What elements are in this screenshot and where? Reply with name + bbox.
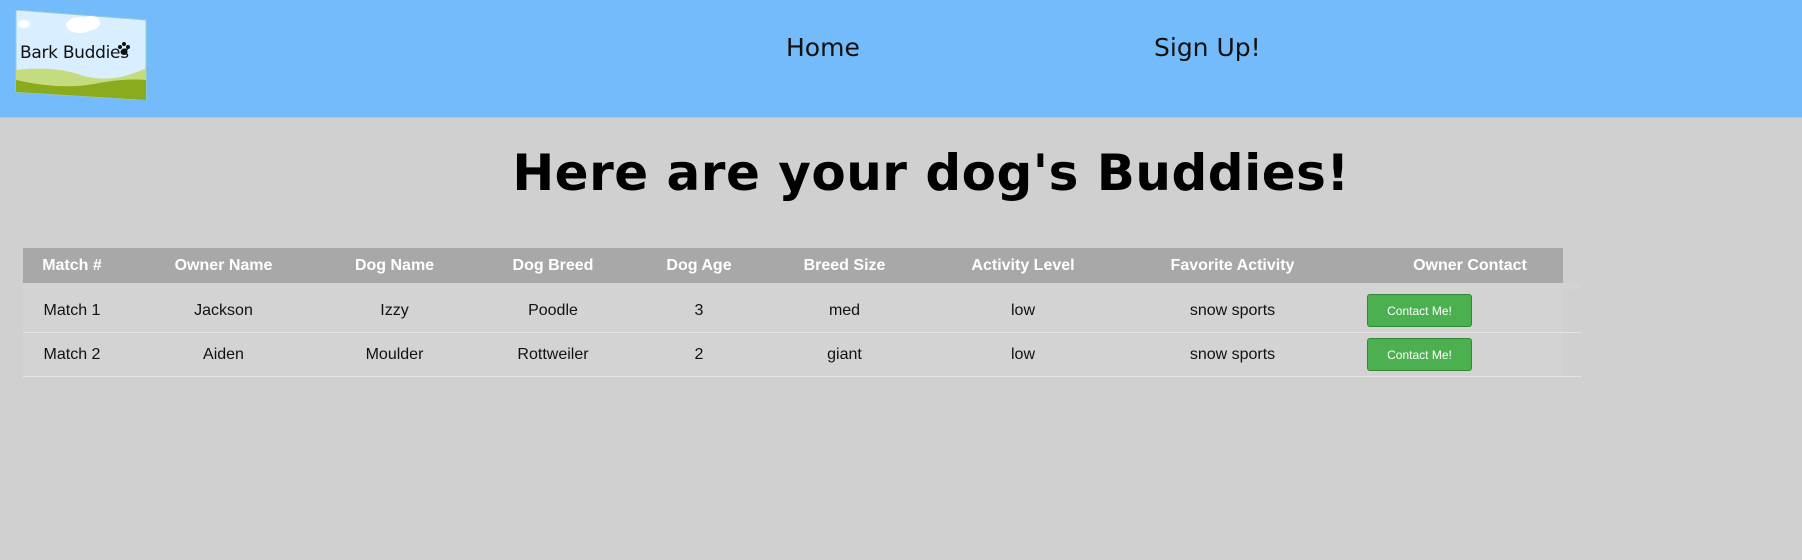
row-filler xyxy=(1563,289,1581,333)
cell-dog-age: 2 xyxy=(643,332,755,377)
cell-dog-breed: Rottweiler xyxy=(463,332,643,377)
page-title: Here are your dog's Buddies! xyxy=(512,144,1350,202)
header-breed-size: Breed Size xyxy=(755,248,934,283)
cell-dog-age: 3 xyxy=(643,289,755,333)
table-row: Match 2 Aiden Moulder Rottweiler 2 giant… xyxy=(23,332,1581,377)
navbar: Bark Buddies Home Sign Up! xyxy=(0,0,1802,118)
cell-owner-contact: Contact Me! xyxy=(1353,289,1563,333)
cell-activity-level: low xyxy=(934,332,1112,377)
header-dog-name: Dog Name xyxy=(326,248,463,283)
nav-home-link[interactable]: Home xyxy=(786,33,860,62)
nav-sign-up-link[interactable]: Sign Up! xyxy=(1154,33,1261,62)
logo-text: Bark Buddies xyxy=(20,43,129,63)
table-row: Match 1 Jackson Izzy Poodle 3 med low sn… xyxy=(23,289,1581,333)
header-owner-contact: Owner Contact xyxy=(1353,248,1563,283)
header-dog-age: Dog Age xyxy=(643,248,755,283)
cell-favorite-activity: snow sports xyxy=(1112,289,1353,333)
matches-table: Match # Owner Name Dog Name Dog Breed Do… xyxy=(23,248,1581,377)
header-owner-name: Owner Name xyxy=(121,248,326,283)
cell-activity-level: low xyxy=(934,289,1112,333)
cell-breed-size: med xyxy=(755,289,934,333)
cell-match: Match 2 xyxy=(23,332,121,377)
header-dog-breed: Dog Breed xyxy=(463,248,643,283)
contact-me-button[interactable]: Contact Me! xyxy=(1367,338,1472,371)
cell-dog-name: Moulder xyxy=(326,332,463,377)
cell-dog-breed: Poodle xyxy=(463,289,643,333)
header-match-number: Match # xyxy=(23,248,121,283)
cell-owner-contact: Contact Me! xyxy=(1353,332,1563,377)
header-activity-level: Activity Level xyxy=(934,248,1112,283)
cell-match: Match 1 xyxy=(23,289,121,333)
cell-breed-size: giant xyxy=(755,332,934,377)
contact-me-button[interactable]: Contact Me! xyxy=(1367,294,1472,327)
header-filler xyxy=(1563,248,1581,283)
cell-favorite-activity: snow sports xyxy=(1112,332,1353,377)
bark-buddies-logo[interactable]: Bark Buddies xyxy=(14,10,148,100)
cell-owner-name: Aiden xyxy=(121,332,326,377)
cell-owner-name: Jackson xyxy=(121,289,326,333)
header-favorite-activity: Favorite Activity xyxy=(1112,248,1353,283)
cell-dog-name: Izzy xyxy=(326,289,463,333)
table-header-row: Match # Owner Name Dog Name Dog Breed Do… xyxy=(23,248,1581,283)
row-filler xyxy=(1563,332,1581,377)
